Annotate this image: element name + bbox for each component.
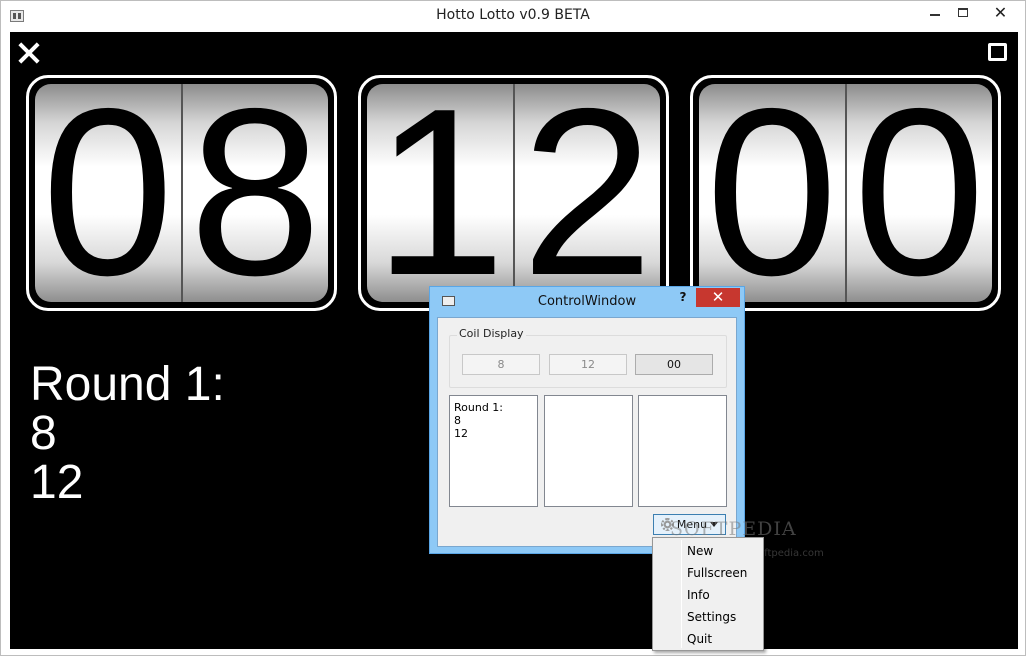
- close-button[interactable]: ✕: [977, 1, 1024, 23]
- coil-2: 1 2: [358, 75, 669, 311]
- coil-3-digit-ones: 0: [844, 84, 992, 302]
- menu-item-settings[interactable]: Settings: [687, 607, 736, 627]
- fullscreen-icon[interactable]: [988, 43, 1007, 61]
- maximize-button[interactable]: [949, 1, 977, 23]
- help-button[interactable]: ?: [673, 290, 693, 308]
- round-history: Round 1: 8 12: [30, 360, 225, 507]
- menu-item-fullscreen[interactable]: Fullscreen: [687, 563, 747, 583]
- stage-close-icon[interactable]: [18, 42, 40, 64]
- coil-2-digit-ones: 2: [512, 84, 660, 302]
- title-bar: Hotto Lotto v0.9 BETA ✕: [1, 1, 1025, 32]
- minimize-icon: [930, 14, 940, 16]
- coil-3-button[interactable]: 00: [635, 354, 713, 375]
- window-title: Hotto Lotto v0.9 BETA: [436, 7, 590, 23]
- list-item: Round 1:: [454, 401, 504, 414]
- control-window-body: Coil Display 8 12 00 Round 1: 8 12 Menu: [437, 317, 737, 547]
- coil-display-group: Coil Display 8 12 00: [449, 327, 727, 388]
- control-window-title-bar: ControlWindow ? ✕: [430, 287, 744, 315]
- menu-item-quit[interactable]: Quit: [687, 629, 712, 649]
- coil-1: 0 8: [26, 75, 337, 311]
- round-number: 8: [30, 407, 57, 460]
- list-item: 8: [454, 414, 461, 427]
- round-number: 12: [30, 456, 84, 509]
- coil-display-label: Coil Display: [457, 327, 526, 340]
- coil-1-digit-tens: 0: [35, 84, 181, 302]
- list-item: 12: [454, 427, 468, 440]
- round-label: Round 1:: [30, 358, 225, 411]
- coil-3: 0 0: [690, 75, 1001, 311]
- round-list-2[interactable]: [544, 395, 633, 507]
- menu-dropdown: New Fullscreen Info Settings Quit: [652, 537, 764, 651]
- round-list-3[interactable]: [638, 395, 727, 507]
- round-list-1[interactable]: Round 1: 8 12: [449, 395, 538, 507]
- coil-1-button[interactable]: 8: [462, 354, 540, 375]
- maximize-icon: [958, 7, 968, 17]
- close-icon: ✕: [993, 2, 1008, 22]
- coil-2-button[interactable]: 12: [549, 354, 627, 375]
- control-close-button[interactable]: ✕: [696, 288, 740, 307]
- coil-1-digit-ones: 8: [180, 84, 328, 302]
- coil-2-digit-tens: 1: [367, 84, 513, 302]
- minimize-button[interactable]: [921, 1, 949, 23]
- menu-item-new[interactable]: New: [687, 541, 713, 561]
- menu-item-info[interactable]: Info: [687, 585, 710, 605]
- control-window: ControlWindow ? ✕ Coil Display 8 12 00 R…: [429, 286, 745, 554]
- coil-3-digit-tens: 0: [699, 84, 845, 302]
